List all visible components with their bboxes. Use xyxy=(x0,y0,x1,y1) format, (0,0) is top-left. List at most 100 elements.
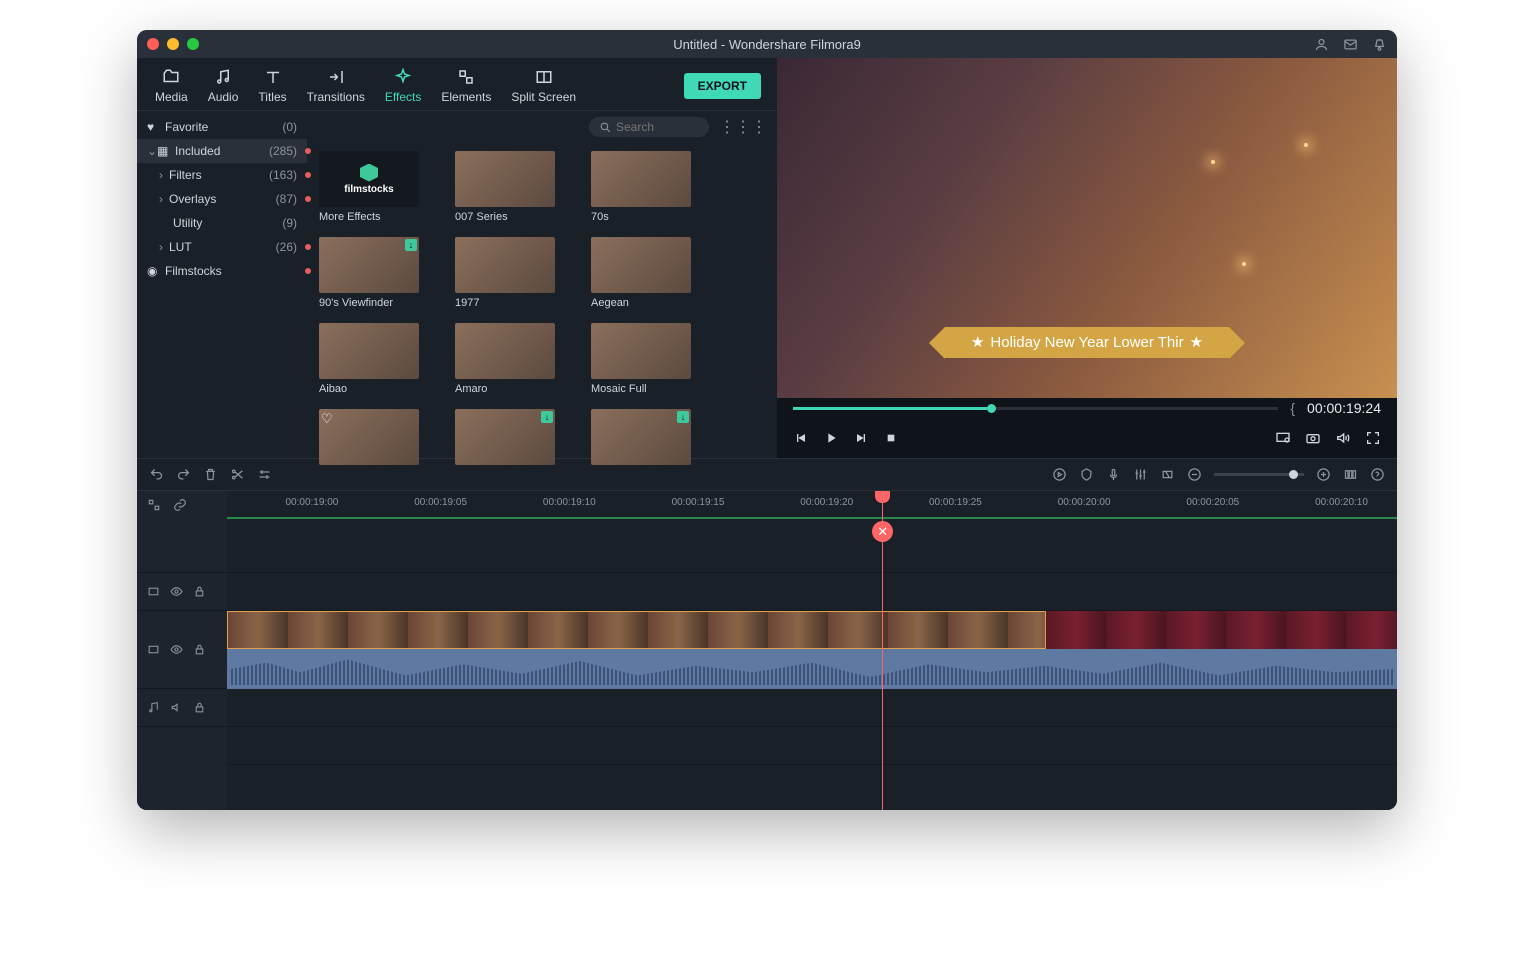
visibility-icon[interactable] xyxy=(170,643,183,656)
mark-in-icon[interactable]: { xyxy=(1290,400,1295,416)
quality-icon[interactable] xyxy=(1275,430,1291,446)
zoom-out-icon[interactable] xyxy=(1187,467,1202,482)
track-empty[interactable] xyxy=(227,727,1397,765)
mute-icon[interactable] xyxy=(170,701,183,714)
track-header-main[interactable] xyxy=(137,611,227,689)
effect-thumbnail[interactable]: ↓ xyxy=(455,409,555,465)
track-manager-icon[interactable] xyxy=(147,498,161,512)
preview-scrubber[interactable]: { 00:00:19:24 xyxy=(777,398,1397,418)
effect-item[interactable]: Amaro xyxy=(455,323,585,395)
track-header-audio[interactable] xyxy=(137,689,227,727)
effect-thumbnail[interactable] xyxy=(591,237,691,293)
tab-effects[interactable]: Effects xyxy=(375,62,431,110)
zoom-slider[interactable] xyxy=(1214,473,1304,476)
playhead[interactable]: ✕ xyxy=(882,491,883,810)
tab-elements[interactable]: Elements xyxy=(431,62,501,110)
zoom-fit-icon[interactable] xyxy=(1343,467,1358,482)
scrub-track[interactable] xyxy=(793,407,1278,410)
preview-video[interactable]: ★Holiday New Year Lower Thir★ xyxy=(777,58,1397,398)
tab-split-screen[interactable]: Split Screen xyxy=(501,62,586,110)
effect-item[interactable]: ↓90's Viewfinder xyxy=(319,237,449,309)
message-icon[interactable] xyxy=(1343,37,1358,52)
render-icon[interactable] xyxy=(1052,467,1067,482)
effect-item[interactable]: 70s xyxy=(591,151,721,223)
redo-icon[interactable] xyxy=(176,467,191,482)
adjust-icon[interactable] xyxy=(257,467,272,482)
notification-icon[interactable] xyxy=(1372,37,1387,52)
effect-item[interactable]: 1977 xyxy=(455,237,585,309)
sidebar-item-overlays[interactable]: › Overlays (87) xyxy=(137,187,307,211)
sidebar-item-filters[interactable]: › Filters (163) xyxy=(137,163,307,187)
search-box[interactable] xyxy=(589,117,709,137)
effect-thumbnail[interactable] xyxy=(455,237,555,293)
effect-thumbnail[interactable] xyxy=(455,151,555,207)
close-button[interactable] xyxy=(147,38,159,50)
effect-thumbnail[interactable] xyxy=(591,323,691,379)
maximize-button[interactable] xyxy=(187,38,199,50)
clip-video-2[interactable] xyxy=(1046,611,1397,649)
tab-audio[interactable]: Audio xyxy=(198,62,249,110)
lock-icon[interactable] xyxy=(193,643,206,656)
effect-item[interactable]: filmstocksMore Effects xyxy=(319,151,449,223)
visibility-icon[interactable] xyxy=(170,585,183,598)
minimize-button[interactable] xyxy=(167,38,179,50)
link-icon[interactable] xyxy=(173,498,187,512)
effect-item[interactable]: Aibao xyxy=(319,323,449,395)
track-audio[interactable] xyxy=(227,689,1397,727)
play-icon[interactable] xyxy=(823,430,839,446)
sidebar-item-favorite[interactable]: ♥ Favorite (0) xyxy=(137,115,307,139)
effect-thumbnail[interactable] xyxy=(455,323,555,379)
snapshot-icon[interactable] xyxy=(1305,430,1321,446)
crop-icon[interactable] xyxy=(1160,467,1175,482)
sidebar-item-utility[interactable]: Utility (9) xyxy=(137,211,307,235)
download-icon[interactable]: ↓ xyxy=(677,411,689,423)
download-icon[interactable]: ↓ xyxy=(541,411,553,423)
stop-icon[interactable] xyxy=(883,430,899,446)
volume-icon[interactable] xyxy=(1335,430,1351,446)
sidebar-item-included[interactable]: ⌄ ▦ Included (285) xyxy=(137,139,307,163)
delete-icon[interactable] xyxy=(203,467,218,482)
scrub-handle[interactable] xyxy=(987,404,996,413)
tab-titles[interactable]: Titles xyxy=(248,62,296,110)
timeline-ruler[interactable]: 00:00:19:0000:00:19:0500:00:19:1000:00:1… xyxy=(227,491,1397,519)
lock-icon[interactable] xyxy=(193,585,206,598)
mixer-icon[interactable] xyxy=(1133,467,1148,482)
sidebar-item-filmstocks[interactable]: ◉ Filmstocks xyxy=(137,259,307,283)
zoom-in-icon[interactable] xyxy=(1316,467,1331,482)
export-button[interactable]: EXPORT xyxy=(684,73,761,99)
marker-icon[interactable] xyxy=(1079,467,1094,482)
clip-audio-waveform[interactable] xyxy=(227,649,1397,689)
split-icon[interactable] xyxy=(230,467,245,482)
effect-thumbnail[interactable]: filmstocks xyxy=(319,151,419,207)
step-forward-icon[interactable] xyxy=(853,430,869,446)
track-main[interactable] xyxy=(227,611,1397,689)
effect-thumbnail[interactable]: ↓ xyxy=(319,237,419,293)
effect-item[interactable]: 007 Series xyxy=(455,151,585,223)
zoom-handle[interactable] xyxy=(1289,470,1298,479)
favorite-icon[interactable]: ♡ xyxy=(321,411,333,427)
lock-icon[interactable] xyxy=(193,701,206,714)
effect-thumbnail[interactable] xyxy=(591,151,691,207)
effect-item[interactable]: Mosaic Full xyxy=(591,323,721,395)
track-header-overlay[interactable] xyxy=(137,573,227,611)
timeline-canvas[interactable]: 00:00:19:0000:00:19:0500:00:19:1000:00:1… xyxy=(227,491,1397,810)
sidebar-item-lut[interactable]: › LUT (26) xyxy=(137,235,307,259)
view-mode-icon[interactable]: ⋮⋮⋮ xyxy=(719,117,767,137)
search-input[interactable] xyxy=(616,120,696,134)
clip-video-1[interactable] xyxy=(227,611,1046,649)
track-effects[interactable] xyxy=(227,519,1397,573)
help-icon[interactable] xyxy=(1370,467,1385,482)
voiceover-icon[interactable] xyxy=(1106,467,1121,482)
undo-icon[interactable] xyxy=(149,467,164,482)
download-icon[interactable]: ↓ xyxy=(405,239,417,251)
track-overlay[interactable] xyxy=(227,573,1397,611)
account-icon[interactable] xyxy=(1314,37,1329,52)
fullscreen-icon[interactable] xyxy=(1365,430,1381,446)
effect-thumbnail[interactable]: ↓ xyxy=(591,409,691,465)
effect-thumbnail[interactable] xyxy=(319,323,419,379)
tab-transitions[interactable]: Transitions xyxy=(297,62,375,110)
effect-thumbnail[interactable]: ♡ xyxy=(319,409,419,465)
tab-media[interactable]: Media xyxy=(145,62,198,110)
effect-item[interactable]: Aegean xyxy=(591,237,721,309)
step-back-icon[interactable] xyxy=(793,430,809,446)
